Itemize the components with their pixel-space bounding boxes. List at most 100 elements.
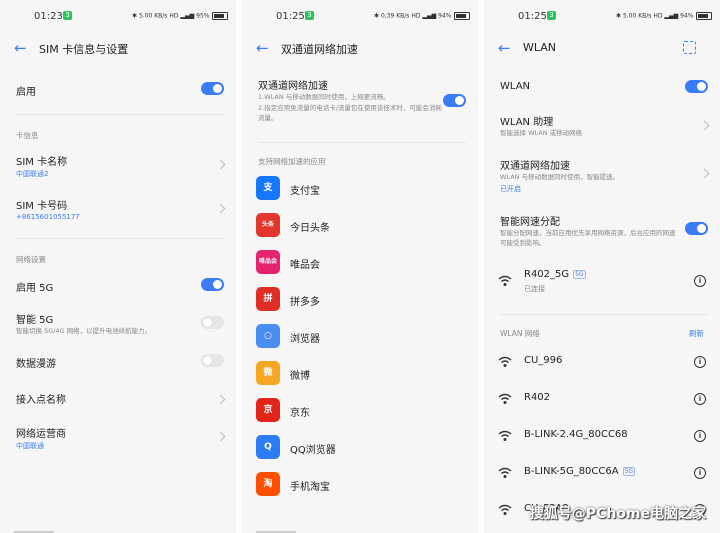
enable-5g-row[interactable]: 启用 5G — [0, 276, 236, 296]
roaming-toggle[interactable] — [201, 354, 224, 367]
dual-channel-row[interactable]: 双通道网络加速 WLAN 与移动数据同时使用，智能提速。 已开启 — [484, 154, 720, 196]
app-list-item[interactable]: 拼拼多多 — [242, 287, 478, 313]
sim-enable-toggle[interactable] — [201, 82, 224, 95]
page-title: WLAN — [523, 41, 557, 54]
wifi-network-row[interactable]: B-LINK-5G_80CC6A 5G i — [484, 463, 720, 483]
app-list-item[interactable]: Q QQ浏览器 — [242, 435, 478, 461]
smart-5g-row[interactable]: 智能 5G 智能切换 5G/4G 网络，以提升电池续航能力。 — [0, 308, 236, 338]
wifi-icon — [498, 504, 512, 515]
wifi-icon — [498, 430, 512, 441]
operator-label: 网络运营商 — [16, 429, 66, 440]
sim-settings-screen: 01:23 3 ✱ 5.00 KB/s HD ▂▄▆ 95% ← SIM 卡信息… — [0, 0, 236, 533]
app-name: 唯品会 — [290, 260, 320, 271]
network-name: B-LINK-2.4G_80CC68 — [524, 429, 628, 440]
status-bar: 01:25 3 ✱ 0.39 KB/s HD ▂▄▆ 94% — [242, 8, 478, 24]
operator-value: 中国联通 — [16, 442, 44, 450]
app-list-item[interactable]: 头条 今日头条 — [242, 213, 478, 239]
smart-5g-desc: 智能切换 5G/4G 网络，以提升电池续航能力。 — [16, 327, 152, 335]
sim-name-value: 中国联通2 — [16, 170, 49, 178]
apn-row[interactable]: 接入点名称 — [0, 388, 236, 408]
page-title: 双通道网络加速 — [281, 43, 358, 56]
enable-5g-toggle[interactable] — [201, 278, 224, 291]
refresh-button[interactable]: 刷新 — [689, 328, 704, 339]
dual-channel-row[interactable]: 双通道网络加速 1.WLAN 与移动数据同时使用，上网更流畅。 2.指定应用免流… — [242, 74, 478, 128]
chevron-right-icon — [699, 120, 710, 131]
app-icon: 拼 — [256, 287, 280, 311]
app-name: 支付宝 — [290, 186, 320, 197]
divider — [500, 314, 708, 315]
network-ssid: B-LINK-2.4G_80CC68 — [524, 429, 628, 440]
network-ssid: B-LINK-5G_80CC6A — [524, 466, 619, 477]
smart-5g-label: 智能 5G — [16, 315, 54, 326]
battery-icon — [695, 12, 712, 20]
network-name: R402_5G 5G — [524, 269, 586, 280]
app-list-item[interactable]: 唯品会 唯品会 — [242, 250, 478, 276]
dual-channel-toggle[interactable] — [443, 94, 466, 107]
app-list-item[interactable]: 微微博 — [242, 361, 478, 387]
wifi-icon — [498, 467, 512, 478]
app-icon: 微 — [256, 361, 280, 385]
smart-5g-toggle[interactable] — [201, 316, 224, 329]
smart-speed-row[interactable]: 智能网速分配 智能分配网速，当前应用优先享用网络资源，后台应用的网速可能受到影响… — [484, 210, 720, 252]
info-icon[interactable]: i — [694, 467, 706, 479]
smart-speed-toggle[interactable] — [685, 222, 708, 235]
dual-channel-label: 双通道网络加速 — [500, 161, 570, 172]
app-icon: ○ — [256, 324, 280, 348]
app-name: 浏览器 — [290, 334, 320, 345]
battery-percent: 94% — [680, 12, 694, 20]
app-list-item[interactable]: 淘手机淘宝 — [242, 472, 478, 498]
back-arrow-icon[interactable]: ← — [14, 40, 30, 56]
chevron-right-icon — [215, 431, 226, 442]
dual-channel-status: 已开启 — [500, 185, 521, 193]
operator-row[interactable]: 网络运营商 中国联通 — [0, 422, 236, 452]
app-icon: Q — [256, 435, 280, 459]
title-bar: ← WLAN — [484, 38, 720, 60]
back-arrow-icon[interactable]: ← — [256, 40, 272, 56]
section-supported-apps: 支持网络加速的应用 — [258, 157, 326, 166]
back-arrow-icon[interactable]: ← — [498, 40, 514, 56]
wifi-network-row[interactable]: R402 i — [484, 389, 720, 409]
wifi-icon — [498, 356, 512, 367]
wlan-assistant-row[interactable]: WLAN 助理 智能选择 WLAN 或移动网络 — [484, 110, 720, 142]
signal-icon: ▂▄▆ — [180, 12, 195, 20]
app-icon: 头条 — [256, 213, 280, 237]
app-list-item[interactable]: ○ 浏览器 — [242, 324, 478, 350]
info-icon[interactable]: i — [694, 393, 706, 405]
wifi-network-row[interactable]: CU_996 i — [484, 352, 720, 372]
network-name: B-LINK-5G_80CC6A 5G — [524, 466, 636, 477]
app-list-item[interactable]: 京京东 — [242, 398, 478, 424]
wlan-label: WLAN — [500, 81, 531, 92]
status-bar: 01:25 3 ✱ 5.00 KB/s HD ▂▄▆ 94% — [484, 8, 720, 24]
wlan-assistant-desc: 智能选择 WLAN 或移动网络 — [500, 129, 583, 137]
sim-name-row[interactable]: SIM 卡名称 中国联通2 — [0, 150, 236, 180]
section-network-settings: 网络设置 — [16, 255, 46, 264]
data-roaming-row[interactable]: 数据漫游 — [0, 352, 236, 372]
status-right: ✱ 5.00 KB/s HD ▂▄▆ 94% — [616, 12, 712, 20]
dual-desc-2: 2.指定应用免流量的电话卡/流量包在使用该技术时，可能会消耗流量。 — [258, 104, 442, 122]
wlan-toggle-row[interactable]: WLAN — [484, 78, 720, 98]
chevron-right-icon — [215, 394, 226, 405]
signal-icon: ▂▄▆ — [422, 12, 437, 20]
notification-indicator: 3 — [63, 11, 72, 20]
wlan-toggle[interactable] — [685, 80, 708, 93]
status-bar: 01:23 3 ✱ 5.00 KB/s HD ▂▄▆ 95% — [0, 8, 236, 24]
scan-qr-icon[interactable] — [683, 41, 696, 54]
info-icon[interactable]: i — [694, 275, 706, 287]
wifi-network-row[interactable]: B-LINK-2.4G_80CC68 i — [484, 426, 720, 446]
app-icon: 京 — [256, 398, 280, 422]
bluetooth-icon: ✱ — [374, 12, 380, 20]
network-speed: 5.00 KB/s — [622, 12, 652, 20]
dual-desc-1: 1.WLAN 与移动数据同时使用，上网更流畅。 — [258, 93, 390, 101]
connected-network-row[interactable]: R402_5G 5G 已连接 i — [484, 266, 720, 296]
sim-enable-row[interactable]: 启用 — [0, 80, 236, 100]
app-name: QQ浏览器 — [290, 445, 336, 456]
app-list-item[interactable]: 支支付宝 — [242, 176, 478, 202]
battery-icon — [453, 12, 470, 20]
network-name: R402 — [524, 392, 550, 403]
info-icon[interactable]: i — [694, 430, 706, 442]
app-icon: 淘 — [256, 472, 280, 496]
enable-5g-label: 启用 5G — [16, 283, 54, 294]
sim-number-row[interactable]: SIM 卡号码 +8615601055177 — [0, 194, 236, 224]
info-icon[interactable]: i — [694, 356, 706, 368]
battery-percent: 95% — [196, 12, 210, 20]
